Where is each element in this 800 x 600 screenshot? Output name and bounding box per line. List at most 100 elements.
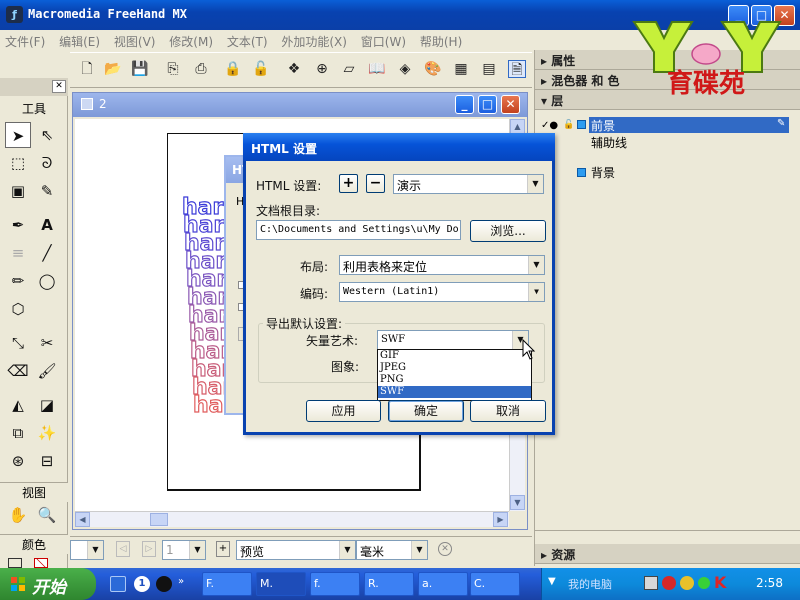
export-icon[interactable]: ⎙ (192, 60, 210, 78)
start-button[interactable]: 开始 (0, 568, 96, 600)
tray-label[interactable]: 我的电脑 (568, 576, 612, 592)
distribute-icon[interactable]: ▱ (340, 60, 358, 78)
units-dropdown[interactable]: 毫米 ▼ (356, 540, 428, 560)
add-page-icon[interactable]: + (216, 541, 230, 557)
clock[interactable]: 2:58 (756, 576, 783, 590)
tools-close-icon[interactable]: ✕ (52, 80, 66, 93)
subselect-tool-icon[interactable]: ⇖ (34, 122, 60, 148)
cancel-render-icon[interactable]: ✕ (438, 542, 452, 556)
blend-tool-icon[interactable]: ◭ (5, 392, 31, 418)
layer-visible-check[interactable]: ✓● (541, 120, 558, 131)
tray-k-icon[interactable]: K (714, 573, 726, 592)
eraser-tool-icon[interactable]: ⌫ (5, 358, 31, 384)
background-layer-swatch[interactable] (577, 168, 586, 177)
layer-row-foreground[interactable]: 前景 (589, 117, 789, 133)
scroll-left-icon[interactable]: ◀ (75, 512, 90, 527)
format-option-jpeg[interactable]: JPEG (378, 362, 531, 374)
transform-icon[interactable]: ⊕ (313, 60, 331, 78)
text-tool-icon[interactable]: A (34, 212, 60, 238)
layers-icon[interactable]: ▤ (480, 60, 498, 78)
polygon-tool-icon[interactable]: ⬡ (5, 296, 31, 322)
fill-tool-icon[interactable]: ◪ (34, 392, 60, 418)
knife-tool-icon[interactable]: ✂ (34, 330, 60, 356)
cancel-button[interactable]: 取消 (470, 400, 546, 422)
bezigon-tool-icon[interactable]: ≡ (5, 240, 31, 266)
eyedropper-tool-icon[interactable]: ✎ (34, 178, 60, 204)
format-option-swf[interactable]: SWF (378, 386, 531, 398)
html-preset-dropdown[interactable]: 演示 ▼ (393, 174, 544, 194)
scroll-thumb[interactable] (150, 513, 168, 526)
extrude-tool-icon[interactable]: ⧉ (5, 420, 31, 446)
table-icon[interactable]: ▦ (452, 60, 470, 78)
html-output-icon[interactable]: 🗎 (508, 60, 526, 78)
task-button-1[interactable]: F. (202, 572, 252, 596)
scroll-right-icon[interactable]: ▶ (493, 512, 508, 527)
pointer-tool-icon[interactable]: ➤ (5, 122, 31, 148)
link-tool-icon[interactable]: ⊛ (5, 448, 31, 474)
next-page-icon[interactable]: ▷ (142, 541, 156, 557)
menu-edit[interactable]: 编辑(E) (54, 30, 105, 53)
swatch-icon[interactable]: 🎨 (424, 60, 442, 78)
align-icon[interactable]: ❖ (285, 60, 303, 78)
layout-dropdown[interactable]: 利用表格来定位 ▼ (339, 255, 545, 275)
vector-art-dropdown[interactable]: SWF ▼ (377, 330, 529, 350)
apply-button[interactable]: 应用 (306, 400, 381, 422)
hand-tool-icon[interactable]: ✋ (5, 502, 31, 528)
zoom-dropdown[interactable]: ▼ (70, 540, 104, 560)
format-option-png[interactable]: PNG (378, 374, 531, 386)
task-button-3[interactable]: f. (310, 572, 360, 596)
menu-file[interactable]: 文件(F) (0, 30, 50, 53)
quicklaunch-expand-icon[interactable]: » (178, 576, 194, 592)
browse-button[interactable]: 浏览... (470, 220, 546, 242)
tray-smiley-icon[interactable] (680, 576, 694, 590)
connector-tool-icon[interactable]: ⊟ (34, 448, 60, 474)
ok-button[interactable]: 确定 (388, 400, 464, 422)
layer-lock-icon[interactable]: 🔓 (563, 120, 574, 130)
fill-color-swatch[interactable] (34, 558, 48, 568)
open-icon[interactable]: 📂 (104, 60, 122, 78)
add-preset-button[interactable]: + (339, 174, 358, 193)
menu-view[interactable]: 视图(V) (109, 30, 161, 53)
brush-tool-icon[interactable]: 🖌 (34, 358, 60, 384)
tray-green-icon[interactable] (698, 577, 710, 589)
menu-xtras[interactable]: 外加功能(X) (276, 30, 352, 53)
line-tool-icon[interactable]: ╱ (34, 240, 60, 266)
scale-tool-icon[interactable]: ⤡ (5, 330, 31, 356)
page-tool-icon[interactable]: ⬚ (5, 150, 31, 176)
docroot-input[interactable]: C:\Documents and Settings\u\My Do (256, 220, 461, 240)
doc-maximize-button[interactable]: □ (478, 95, 497, 114)
import-icon[interactable]: ⎘ (164, 60, 182, 78)
quicklaunch-qq-icon[interactable] (156, 576, 172, 592)
horizontal-scrollbar[interactable]: ◀ ▶ (75, 511, 509, 527)
library-icon[interactable]: 📖 (368, 60, 386, 78)
scroll-up-icon[interactable]: ▲ (510, 119, 525, 134)
pen-tool-icon[interactable]: ✒ (5, 212, 31, 238)
zoom-tool-icon[interactable]: 🔍 (34, 502, 60, 528)
magic-wand-tool-icon[interactable]: ✨ (34, 420, 60, 446)
layer-pen-icon[interactable]: ✎ (777, 118, 785, 129)
tray-expand-icon[interactable]: ▼ (548, 576, 556, 587)
menu-text[interactable]: 文本(T) (222, 30, 273, 53)
layer-row-guides[interactable]: 辅助线 (591, 134, 800, 150)
tray-app-icon[interactable] (644, 576, 658, 590)
assets-panel-header[interactable]: ▸ 资源 (535, 544, 800, 564)
task-button-5[interactable]: a. (418, 572, 468, 596)
format-dropdown-list[interactable]: GIF JPEG PNG SWF (377, 349, 532, 401)
unlock-icon[interactable]: 🔓 (252, 60, 270, 78)
doc-close-button[interactable]: ✕ (501, 95, 520, 114)
menu-modify[interactable]: 修改(M) (164, 30, 218, 53)
save-icon[interactable]: 💾 (131, 60, 149, 78)
task-button-4[interactable]: R. (364, 572, 414, 596)
stroke-color-swatch[interactable] (8, 558, 22, 568)
task-button-2[interactable]: M. (256, 572, 306, 596)
layer-color-swatch[interactable] (577, 120, 586, 129)
remove-preset-button[interactable]: − (366, 174, 385, 193)
scroll-down-icon[interactable]: ▼ (510, 495, 525, 510)
format-option-gif[interactable]: GIF (378, 350, 531, 362)
quicklaunch-ie-icon[interactable] (110, 576, 126, 592)
task-button-6[interactable]: C. (470, 572, 520, 596)
lock-icon[interactable]: 🔒 (224, 60, 242, 78)
prev-page-icon[interactable]: ◁ (116, 541, 130, 557)
menu-help[interactable]: 帮助(H) (415, 30, 467, 53)
symbol-icon[interactable]: ◈ (396, 60, 414, 78)
